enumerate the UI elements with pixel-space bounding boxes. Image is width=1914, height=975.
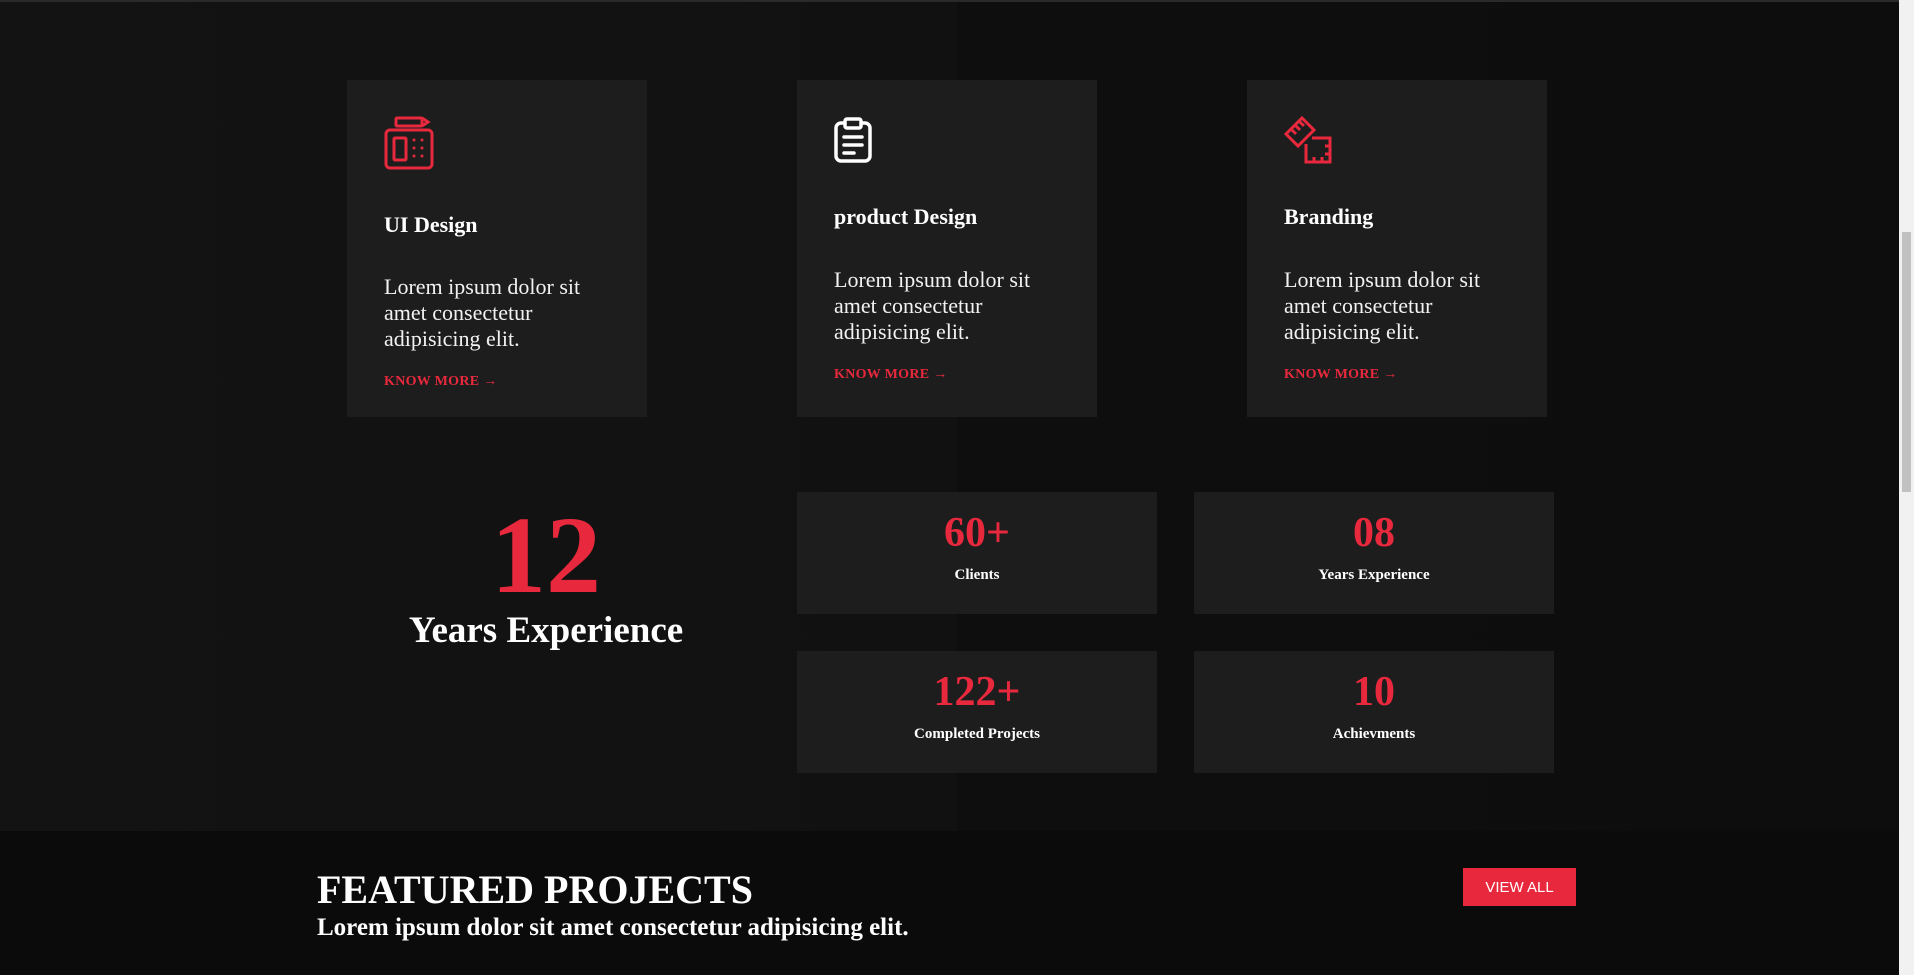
stat-label: Completed Projects	[914, 726, 1040, 742]
scrollbar-thumb[interactable]	[1902, 232, 1911, 492]
view-all-button[interactable]: VIEW ALL	[1463, 868, 1576, 906]
stat-label: Clients	[954, 567, 1000, 583]
stat-number: 08	[1353, 510, 1395, 556]
ruler-pencil-icon	[1284, 116, 1332, 164]
know-more-link[interactable]: KNOW MORE →	[1284, 367, 1398, 383]
page: UI Design Lorem ipsum dolor sit amet con…	[0, 0, 1914, 975]
stat-achievements: 10 Achievments	[1194, 651, 1554, 773]
service-title: Branding	[1284, 204, 1374, 229]
stat-number: 10	[1353, 669, 1395, 715]
experience-label: Years Experience	[408, 610, 684, 651]
know-more-link[interactable]: KNOW MORE →	[384, 374, 498, 390]
top-divider	[0, 0, 1899, 2]
service-card-ui-design: UI Design Lorem ipsum dolor sit amet con…	[347, 80, 647, 417]
stat-years-experience: 08 Years Experience	[1194, 492, 1554, 614]
know-more-link[interactable]: KNOW MORE →	[834, 367, 948, 383]
featured-projects-section: FEATURED PROJECTS Lorem ipsum dolor sit …	[0, 831, 1899, 975]
service-card-branding: Branding Lorem ipsum dolor sit amet cons…	[1247, 80, 1547, 417]
stat-label: Achievments	[1332, 726, 1416, 742]
featured-title: FEATURED PROJECTS	[317, 867, 753, 912]
stat-clients: 60+ Clients	[797, 492, 1157, 614]
service-card-product-design: product Design Lorem ipsum dolor sit ame…	[797, 80, 1097, 417]
clipboard-icon	[834, 117, 872, 163]
stat-number: 60+	[944, 510, 1010, 556]
featured-subtitle: Lorem ipsum dolor sit amet consectetur a…	[317, 914, 909, 941]
fax-machine-icon	[384, 116, 434, 170]
service-title: product Design	[834, 204, 978, 229]
stat-completed-projects: 122+ Completed Projects	[797, 651, 1157, 773]
service-description: Lorem ipsum dolor sit amet consectetur a…	[384, 274, 581, 351]
scrollbar[interactable]	[1899, 0, 1914, 975]
service-description: Lorem ipsum dolor sit amet consectetur a…	[1284, 267, 1481, 344]
service-title: UI Design	[384, 212, 478, 237]
stat-label: Years Experience	[1318, 567, 1430, 583]
service-description: Lorem ipsum dolor sit amet consectetur a…	[834, 267, 1031, 344]
stat-number: 122+	[933, 669, 1021, 715]
